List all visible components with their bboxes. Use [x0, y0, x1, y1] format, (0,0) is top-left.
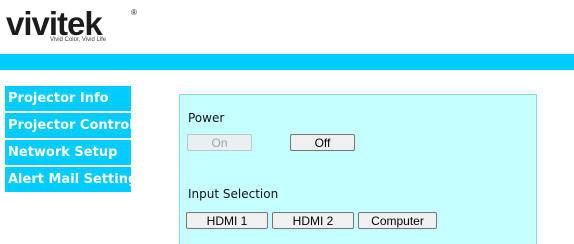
logo-wordmark: vivitek [6, 5, 103, 42]
sidebar-nav: Projector Info Projector Control Network… [5, 86, 145, 194]
sidebar-item-projector-info[interactable]: Projector Info [5, 86, 131, 111]
input-hdmi1-button[interactable]: HDMI 1 [186, 212, 268, 229]
header-bar [0, 54, 574, 70]
projector-web-page: vivitek ® Vivid Color, Vivid Life Projec… [0, 0, 574, 244]
sidebar-item-alert-mail-settings[interactable]: Alert Mail Settings [5, 167, 145, 192]
input-hdmi2-button[interactable]: HDMI 2 [272, 212, 354, 229]
logo-tagline: Vivid Color, Vivid Life [50, 37, 107, 43]
control-panel: Power On Off Input Selection HDMI 1 HDMI… [179, 94, 537, 244]
input-computer-button[interactable]: Computer [358, 212, 437, 229]
logo-registered-mark: ® [131, 8, 137, 17]
sidebar-item-network-setup[interactable]: Network Setup [5, 140, 131, 165]
input-selection-label: Input Selection [188, 187, 279, 201]
vivitek-logo: vivitek ® Vivid Color, Vivid Life [6, 7, 146, 47]
power-off-button[interactable]: Off [290, 134, 355, 151]
power-section-label: Power [188, 111, 225, 125]
power-on-button[interactable]: On [187, 134, 252, 151]
sidebar-item-projector-control[interactable]: Projector Control [5, 113, 134, 138]
